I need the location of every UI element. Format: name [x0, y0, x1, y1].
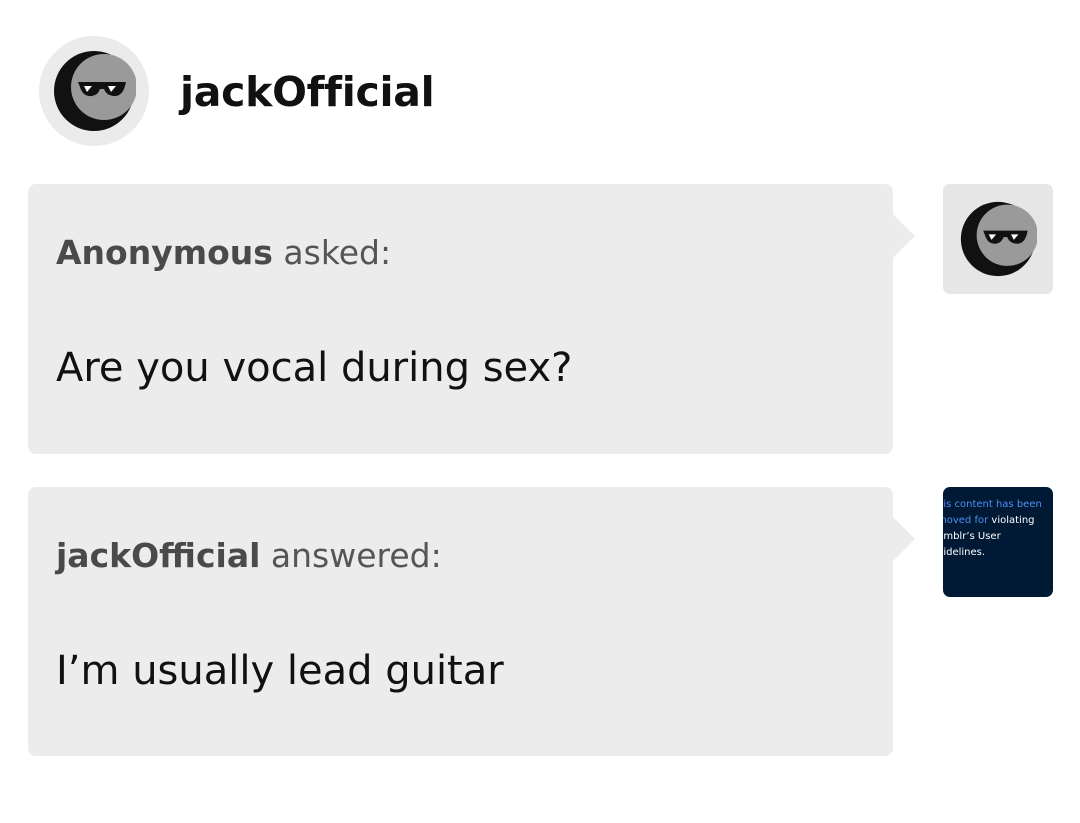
answerer-name[interactable]: jackOfficial [56, 536, 260, 575]
removed-notice-line4: uidelines. [943, 547, 986, 558]
question-text: Are you vocal during sex? [56, 345, 573, 391]
removed-notice-line1: his content has been [943, 499, 1042, 510]
removed-notice-line3: umblr’s User [943, 531, 1001, 542]
asker-name: Anonymous [56, 233, 273, 272]
answer-text: I’m usually lead guitar [56, 648, 504, 694]
answer-verb: answered: [270, 536, 442, 575]
removed-notice-highlight: moved for [943, 515, 989, 526]
sunglasses-avatar-icon [54, 51, 136, 131]
asker-avatar [943, 184, 1053, 294]
answer-header: jackOfficial answered: [56, 535, 442, 577]
answer-bubble: jackOfficial answered: I’m usually lead … [28, 487, 915, 756]
blog-name[interactable]: jackOfficial [180, 66, 435, 118]
removed-content-thumbnail[interactable]: his content has been moved for violating… [943, 487, 1053, 597]
ask-verb: asked: [283, 233, 392, 272]
removed-notice: his content has been moved for violating… [943, 497, 1053, 561]
sunglasses-avatar-icon [960, 201, 1037, 277]
removed-notice-line2: violating [988, 515, 1035, 526]
ask-bubble: Anonymous asked: Are you vocal during se… [28, 184, 915, 454]
ask-header: Anonymous asked: [56, 232, 391, 274]
blog-avatar[interactable] [39, 36, 149, 146]
ask-post: jackOfficial Anonymous asked: Are you vo… [0, 0, 1080, 823]
